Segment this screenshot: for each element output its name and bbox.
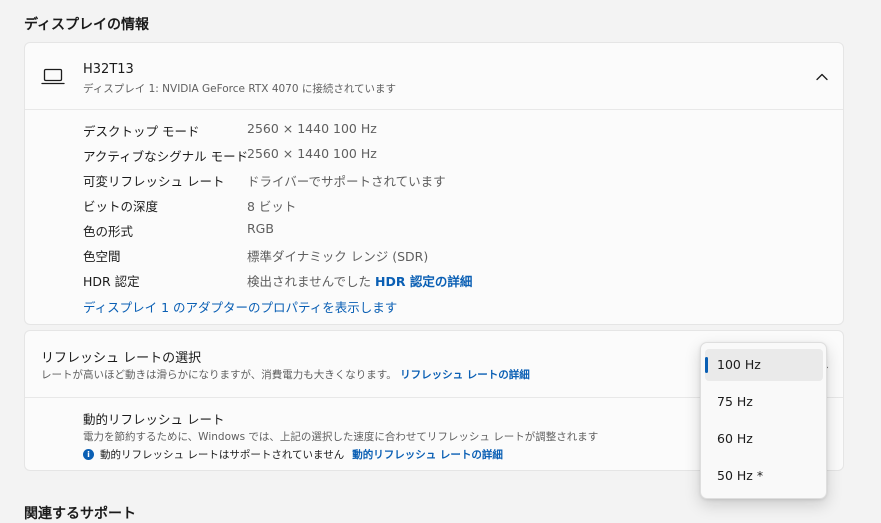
dynamic-refresh-details-link[interactable]: 動的リフレッシュ レートの詳細 (352, 447, 503, 462)
detail-label: デスクトップ モード (83, 124, 200, 139)
detail-label: 色の形式 (83, 224, 134, 239)
detail-label: 可変リフレッシュ レート (83, 174, 225, 189)
dynamic-refresh-subtitle: 電力を節約するために、Windows では、上記の選択した速度に合わせてリフレッ… (83, 431, 599, 443)
dynamic-refresh-title: 動的リフレッシュ レート (83, 412, 225, 427)
hdr-details-link[interactable]: HDR 認定の詳細 (375, 274, 472, 289)
detail-label: 色空間 (83, 249, 121, 264)
detail-label: ビットの深度 (83, 199, 159, 214)
refresh-rate-description: レートが高いほど動きは滑らかになりますが、消費電力も大きくなります。 (41, 369, 397, 381)
detail-value: 2560 × 1440 100 Hz (247, 121, 377, 136)
detail-value: ドライバーでサポートされています (247, 174, 446, 189)
hdr-status: 検出されませんでした (247, 274, 372, 289)
section-title-related-support: 関連するサポート (24, 506, 136, 522)
refresh-option-60hz[interactable]: 60 Hz (705, 423, 823, 455)
detail-value: 8 ビット (247, 199, 297, 214)
info-icon: i (83, 449, 94, 460)
detail-label: HDR 認定 (83, 274, 140, 289)
detail-value: 検出されませんでした HDR 認定の詳細 (247, 271, 472, 290)
refresh-option-100hz[interactable]: 100 Hz (705, 349, 823, 381)
detail-value: 2560 × 1440 100 Hz (247, 146, 377, 161)
refresh-option-75hz[interactable]: 75 Hz (705, 386, 823, 418)
dynamic-refresh-unsupported-text: 動的リフレッシュ レートはサポートされていません (100, 449, 345, 461)
detail-value: RGB (247, 221, 274, 236)
option-label: 75 Hz (717, 394, 753, 409)
display-subtitle: ディスプレイ 1: NVIDIA GeForce RTX 4070 に接続されて… (83, 83, 397, 95)
refresh-rate-dropdown[interactable]: 100 Hz 75 Hz 60 Hz 50 Hz * (700, 342, 827, 499)
chevron-up-icon[interactable] (815, 72, 829, 82)
display-info-card: H32T13 ディスプレイ 1: NVIDIA GeForce RTX 4070… (24, 42, 844, 325)
laptop-icon (41, 68, 65, 85)
refresh-rate-details-link[interactable]: リフレッシュ レートの詳細 (400, 369, 530, 381)
section-title-display-info: ディスプレイの情報 (24, 17, 150, 33)
option-label: 100 Hz (717, 357, 761, 372)
refresh-rate-title: リフレッシュ レートの選択 (41, 351, 202, 366)
adapter-properties-link[interactable]: ディスプレイ 1 のアダプターのプロパティを表示します (83, 297, 397, 316)
display-header[interactable]: H32T13 ディスプレイ 1: NVIDIA GeForce RTX 4070… (25, 43, 843, 110)
refresh-rate-subtitle: レートが高いほど動きは滑らかになりますが、消費電力も大きくなります。 リフレッシ… (41, 367, 530, 382)
option-label: 50 Hz * (717, 468, 764, 483)
refresh-option-50hz[interactable]: 50 Hz * (705, 460, 823, 492)
selection-indicator (705, 357, 708, 373)
option-label: 60 Hz (717, 431, 753, 446)
detail-label: アクティブなシグナル モード (83, 149, 249, 164)
display-name: H32T13 (83, 62, 134, 77)
dynamic-refresh-note: i 動的リフレッシュ レートはサポートされていません 動的リフレッシュ レートの… (83, 447, 503, 462)
detail-value: 標準ダイナミック レンジ (SDR) (247, 249, 429, 264)
